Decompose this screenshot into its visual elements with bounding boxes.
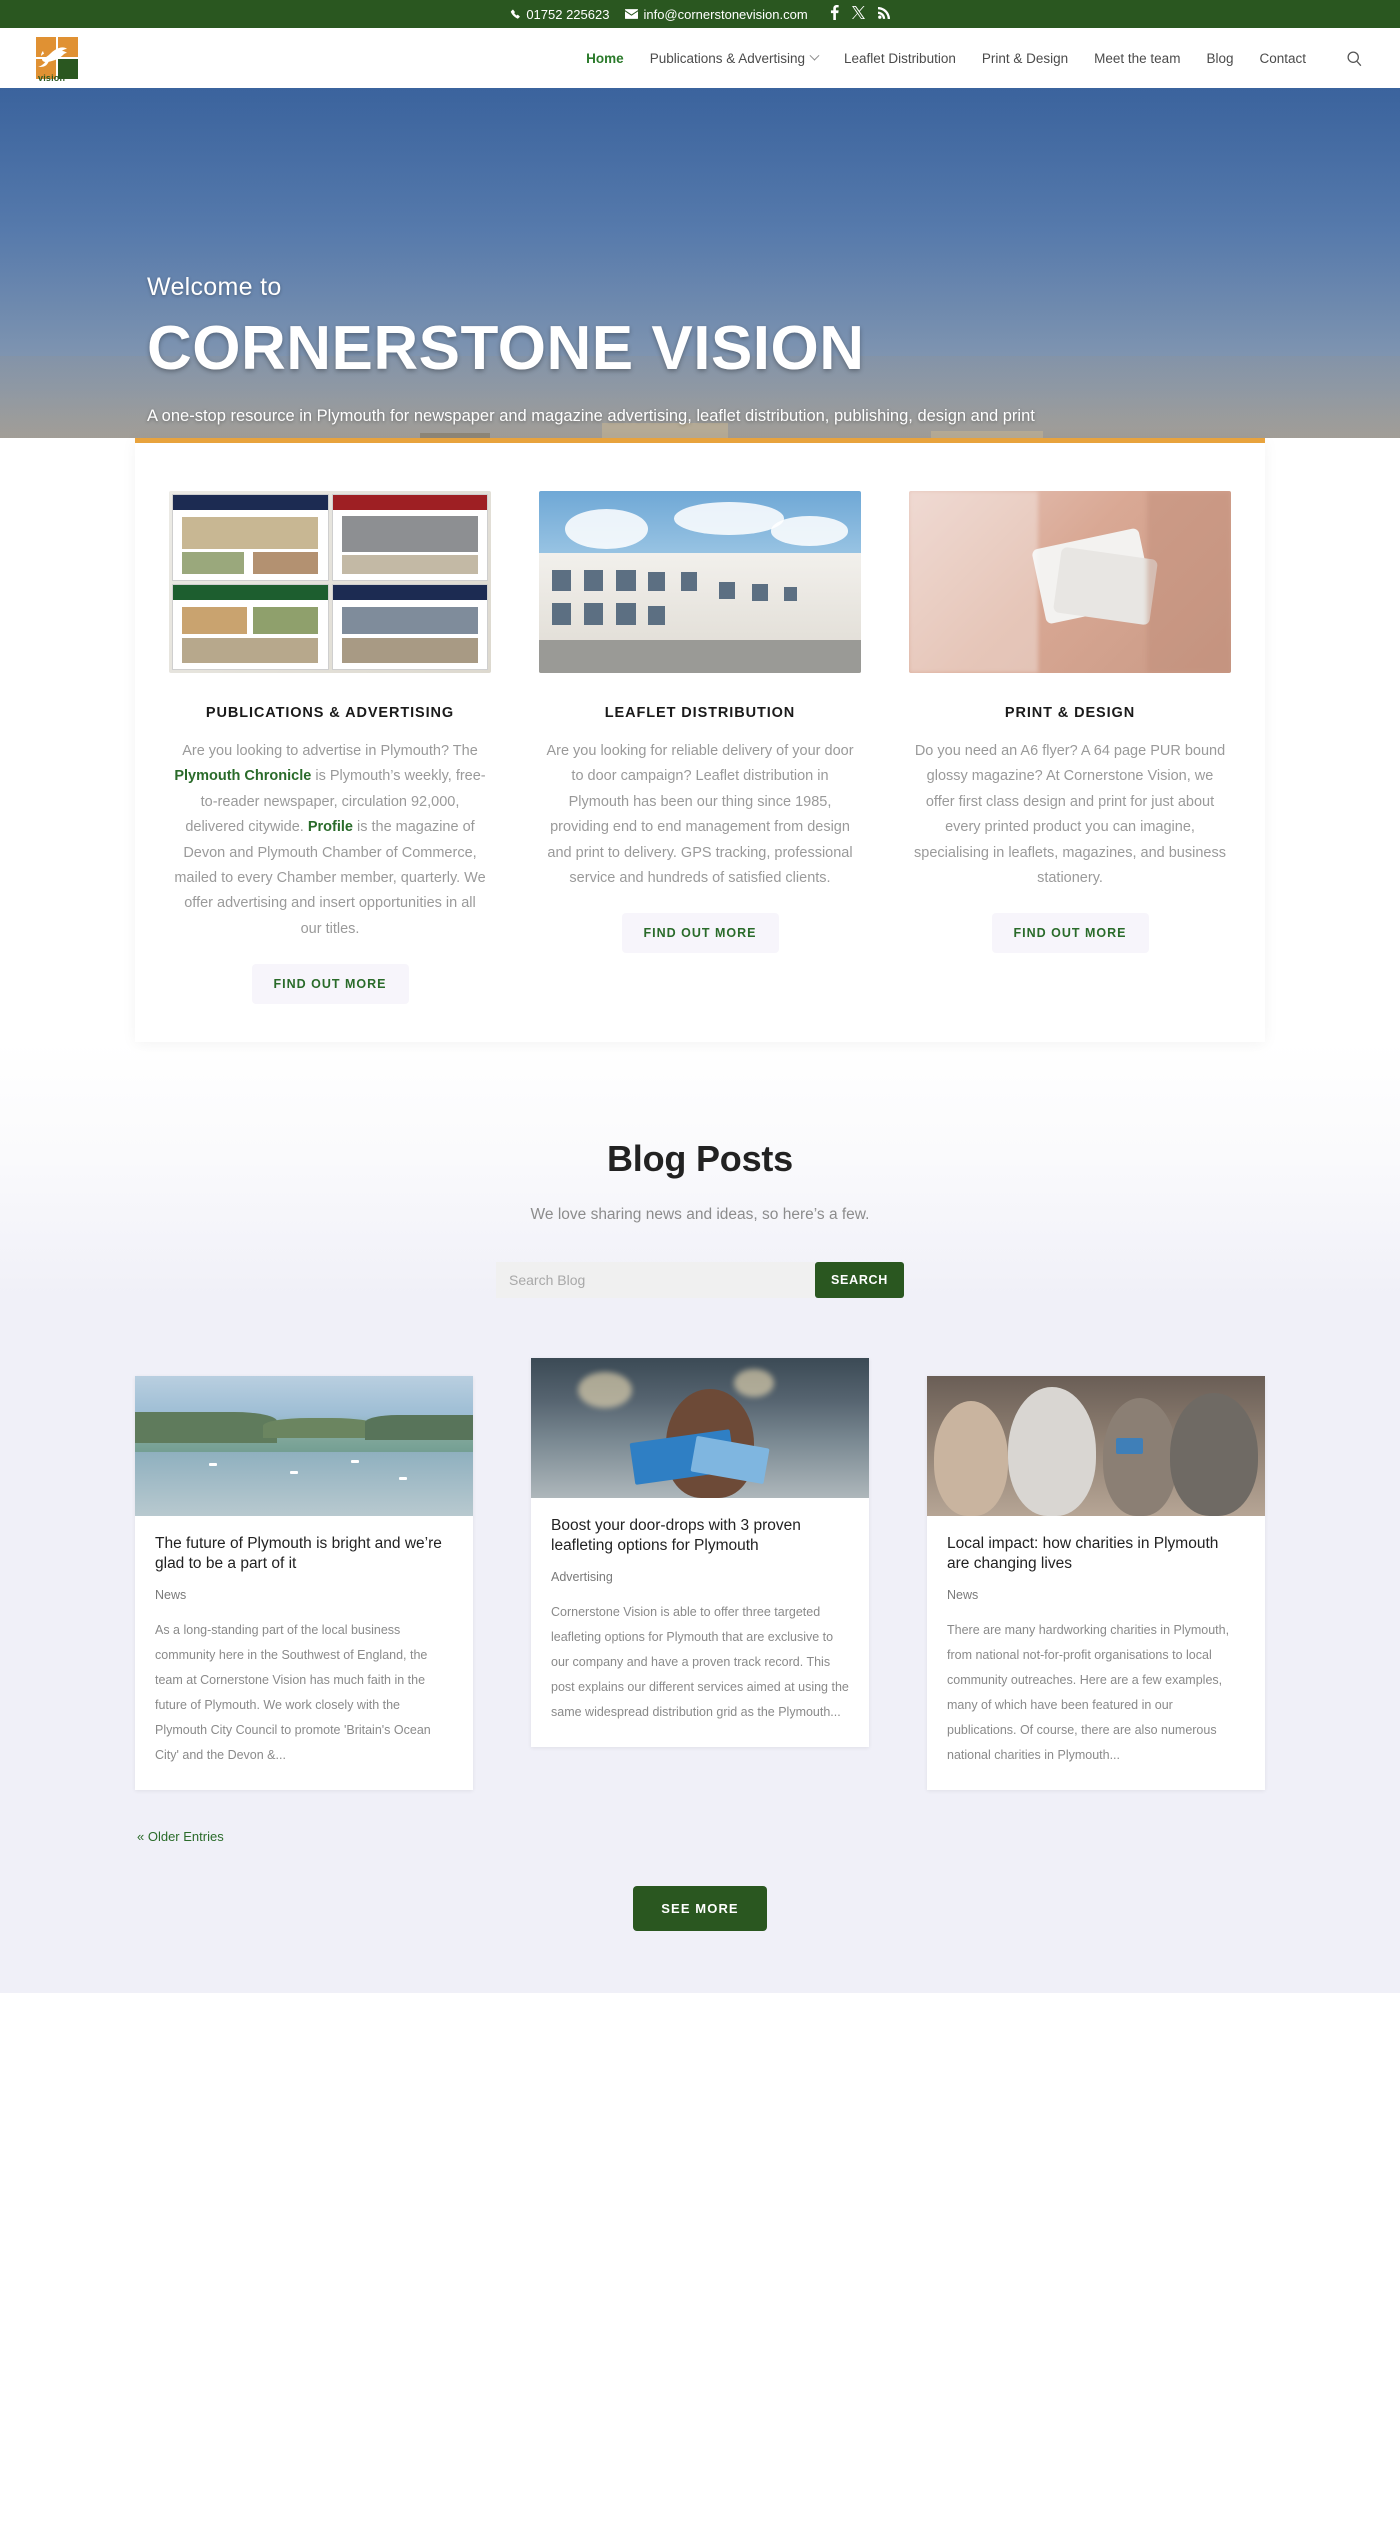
nav-label: Publications & Advertising	[649, 50, 806, 66]
logo-wordmark: vision	[38, 73, 66, 83]
nav-label: Print & Design	[981, 50, 1069, 66]
see-more-button[interactable]: SEE MORE	[633, 1886, 767, 1932]
blog-post-title: Boost your door-drops with 3 proven leaf…	[551, 1517, 801, 1555]
publications-magazines-image	[169, 491, 491, 673]
services-panel: PUBLICATIONS & ADVERTISING Are you looki…	[135, 438, 1265, 1042]
main-navigation: Home Publications & Advertising Leaflet …	[586, 48, 1364, 68]
email-address: info@cornerstonevision.com	[643, 6, 808, 22]
nav-item-home[interactable]: Home	[586, 51, 624, 66]
woman-reading-leaflet-image	[531, 1358, 869, 1498]
service-card-text: Are you looking for reliable delivery of…	[546, 743, 854, 886]
site-logo[interactable]: vision	[36, 37, 78, 83]
blog-post-category[interactable]: Advertising	[551, 1570, 849, 1584]
nav-item-contact[interactable]: Contact	[1259, 51, 1306, 66]
nav-label: Contact	[1259, 50, 1306, 66]
see-more-row: SEE MORE	[0, 1846, 1400, 1994]
blog-post-category[interactable]: News	[947, 1588, 1245, 1602]
plymouth-bay-coastline-image	[135, 1376, 473, 1516]
blog-post-excerpt: Cornerstone Vision is able to offer thre…	[551, 1605, 849, 1720]
nav-item-leaflet-distribution[interactable]: Leaflet Distribution	[844, 51, 956, 66]
find-out-more-button-publications[interactable]: FIND OUT MORE	[251, 964, 409, 1004]
nav-label: Meet the team	[1094, 50, 1181, 66]
phone-icon	[510, 9, 521, 20]
blog-heading: Blog Posts	[606, 1138, 794, 1179]
chevron-down-icon	[809, 50, 820, 61]
blog-posts-area: The future of Plymouth is bright and we’…	[0, 1298, 1400, 1847]
blog-post-card[interactable]: Boost your door-drops with 3 proven leaf…	[531, 1358, 869, 1748]
blog-post-excerpt: As a long-standing part of the local bus…	[155, 1623, 431, 1763]
search-icon[interactable]	[1344, 48, 1364, 68]
card-text-part-1: Are you looking to advertise in Plymouth…	[182, 743, 478, 759]
service-cards: PUBLICATIONS & ADVERTISING Are you looki…	[169, 491, 1231, 1004]
plymouth-street-houses-image	[539, 491, 861, 673]
profile-link[interactable]: Profile	[308, 819, 353, 835]
nav-item-blog[interactable]: Blog	[1206, 51, 1233, 66]
older-entries-link[interactable]: « Older Entries	[137, 1829, 224, 1844]
service-card-leaflet: LEAFLET DISTRIBUTION Are you looking for…	[539, 491, 861, 954]
hands-holding-printed-booklet-image	[909, 491, 1231, 673]
facebook-icon[interactable]	[830, 5, 839, 23]
service-card-publications: PUBLICATIONS & ADVERTISING Are you looki…	[169, 491, 491, 1004]
search-input[interactable]	[496, 1262, 816, 1298]
search-submit-button[interactable]: SEARCH	[815, 1262, 904, 1298]
blog-post-card[interactable]: The future of Plymouth is bright and we’…	[135, 1376, 473, 1791]
blog-post-title: Local impact: how charities in Plymouth …	[947, 1535, 1219, 1573]
email-link[interactable]: info@cornerstonevision.com	[625, 6, 808, 22]
blog-post-card[interactable]: Local impact: how charities in Plymouth …	[927, 1376, 1265, 1791]
nav-item-print-design[interactable]: Print & Design	[982, 51, 1068, 66]
blog-post-excerpt: There are many hardworking charities in …	[947, 1623, 1230, 1763]
nav-label: Blog	[1206, 50, 1234, 66]
service-card-title: LEAFLET DISTRIBUTION	[604, 705, 796, 721]
hero-subtitle: A one-stop resource in Plymouth for news…	[147, 407, 1035, 426]
blog-search-form: SEARCH	[496, 1262, 904, 1298]
top-utility-bar: 01752 225623 info@cornerstonevision.com	[0, 0, 1400, 28]
service-card-text: Are you looking to advertise in Plymouth…	[169, 739, 491, 942]
services-panel-wrapper: PUBLICATIONS & ADVERTISING Are you looki…	[0, 438, 1400, 1042]
hero-welcome-text: Welcome to	[147, 273, 282, 301]
blog-post-title: The future of Plymouth is bright and we’…	[155, 1535, 442, 1573]
blog-post-category[interactable]: News	[155, 1588, 453, 1602]
nav-item-publications-advertising[interactable]: Publications & Advertising	[649, 50, 820, 66]
charity-volunteers-image	[927, 1376, 1265, 1516]
blog-subheading: We love sharing news and ideas, so here’…	[530, 1206, 870, 1223]
nav-item-meet-the-team[interactable]: Meet the team	[1094, 51, 1180, 66]
hero-title: CORNERSTONE VISION	[147, 314, 865, 383]
service-card-print: PRINT & DESIGN Do you need an A6 flyer? …	[909, 491, 1231, 954]
blog-post-list: The future of Plymouth is bright and we’…	[135, 1358, 1265, 1791]
phone-link[interactable]: 01752 225623	[510, 7, 609, 22]
pagination: « Older Entries	[135, 1828, 1265, 1846]
service-card-title: PRINT & DESIGN	[1004, 705, 1136, 721]
blog-section: Blog Posts We love sharing news and idea…	[0, 1042, 1400, 1298]
service-card-title: PUBLICATIONS & ADVERTISING	[205, 705, 455, 721]
find-out-more-button-print[interactable]: FIND OUT MORE	[991, 913, 1149, 954]
card-text-part-3: is the magazine of Devon and Plymouth Ch…	[174, 819, 486, 937]
rss-icon[interactable]	[877, 6, 890, 22]
nav-label: Home	[586, 50, 624, 66]
phone-number: 01752 225623	[526, 6, 610, 22]
social-links	[830, 5, 890, 23]
site-header: vision Home Publications & Advertising L…	[0, 28, 1400, 88]
envelope-icon	[625, 9, 639, 19]
x-twitter-icon[interactable]	[851, 6, 865, 22]
nav-label: Leaflet Distribution	[844, 50, 956, 66]
plymouth-chronicle-link[interactable]: Plymouth Chronicle	[174, 768, 311, 784]
find-out-more-button-leaflet[interactable]: FIND OUT MORE	[621, 913, 779, 954]
service-card-text: Do you need an A6 flyer? A 64 page PUR b…	[914, 743, 1226, 886]
